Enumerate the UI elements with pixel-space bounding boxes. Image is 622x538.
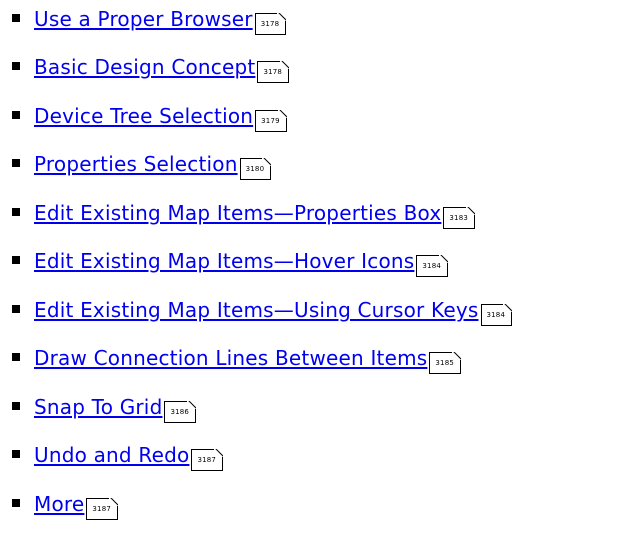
bullet-icon (12, 402, 20, 410)
page-reference[interactable]: 3187 (191, 449, 224, 471)
bullet-icon (12, 499, 20, 507)
bullet-icon (12, 62, 20, 70)
toc-link-snap-to-grid[interactable]: Snap To Grid (34, 395, 162, 419)
page-reference[interactable]: 3184 (416, 255, 449, 277)
page-reference[interactable]: 3178 (257, 61, 290, 83)
toc-link-edit-map-items-cursor-keys[interactable]: Edit Existing Map Items—Using Cursor Key… (34, 298, 479, 322)
page-reference[interactable]: 3187 (86, 498, 119, 520)
toc-link-draw-connection-lines[interactable]: Draw Connection Lines Between Items (34, 346, 427, 370)
page-reference[interactable]: 3178 (254, 13, 287, 35)
bullet-icon (12, 353, 20, 361)
bullet-icon (12, 14, 20, 22)
page-reference[interactable]: 3179 (255, 110, 287, 132)
toc-link-basic-design-concept[interactable]: Basic Design Concept (34, 55, 255, 79)
toc-link-edit-map-items-hover-icons[interactable]: Edit Existing Map Items—Hover Icons (34, 249, 414, 273)
bullet-icon (12, 159, 20, 167)
toc-link-device-tree-selection[interactable]: Device Tree Selection (34, 104, 253, 128)
page-reference[interactable]: 3185 (429, 352, 462, 374)
bullet-icon (12, 305, 20, 313)
toc-link-properties-selection[interactable]: Properties Selection (34, 152, 238, 176)
page-reference[interactable]: 3184 (480, 304, 513, 326)
bullet-icon (12, 111, 20, 119)
page-reference[interactable]: 3183 (443, 207, 476, 229)
toc-link-use-a-proper-browser[interactable]: Use a Proper Browser (34, 7, 253, 31)
page-reference[interactable]: 3180 (239, 158, 272, 180)
toc-link-undo-and-redo[interactable]: Undo and Redo (34, 443, 189, 467)
bullet-icon (12, 256, 20, 264)
page-reference[interactable]: 3186 (164, 401, 197, 423)
bullet-icon (12, 450, 20, 458)
toc-link-edit-map-items-properties-box[interactable]: Edit Existing Map Items—Properties Box (34, 201, 441, 225)
bullet-icon (12, 208, 20, 216)
toc-link-more[interactable]: More (34, 492, 84, 516)
